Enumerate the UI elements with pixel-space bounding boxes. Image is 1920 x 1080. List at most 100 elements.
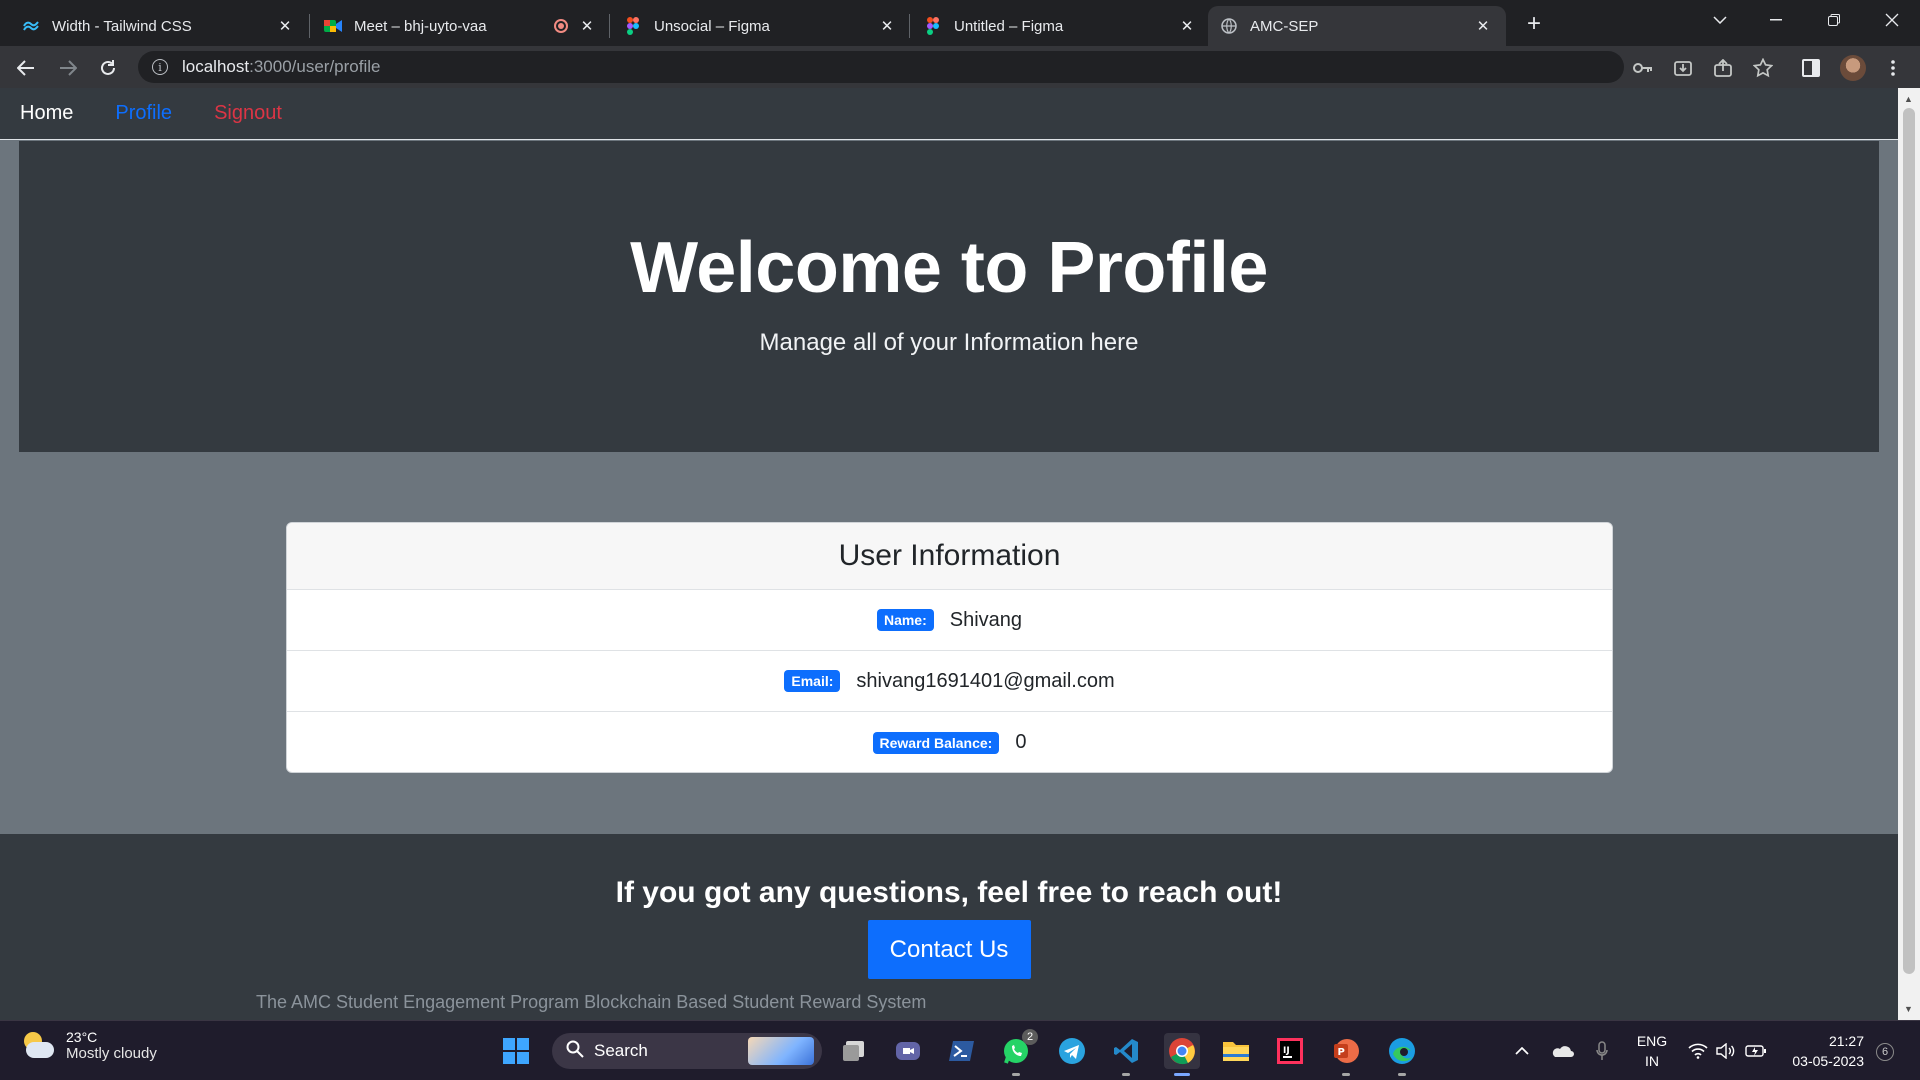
side-panel-icon[interactable]	[1798, 55, 1824, 81]
edge-icon[interactable]	[1384, 1033, 1420, 1076]
language-region: IN	[1645, 1053, 1659, 1069]
tab-amc-sep[interactable]: AMC-SEP ✕	[1208, 6, 1506, 46]
tab-title: Width - Tailwind CSS	[52, 17, 192, 35]
tab-separator	[609, 14, 610, 38]
scrollbar-thumb[interactable]	[1903, 108, 1915, 974]
powerpoint-icon[interactable]: P	[1328, 1033, 1364, 1076]
whatsapp-unread-badge: 2	[1022, 1029, 1038, 1045]
key-icon[interactable]	[1630, 55, 1656, 81]
close-icon[interactable]: ✕	[876, 15, 898, 37]
weather-widget[interactable]: 23°C Mostly cloudy	[20, 1029, 157, 1062]
tab-separator	[909, 14, 910, 38]
globe-icon	[1220, 17, 1238, 35]
running-indicator	[1342, 1073, 1350, 1076]
chrome-icon[interactable]	[1164, 1033, 1200, 1076]
tab-title: Untitled – Figma	[954, 17, 1064, 35]
file-explorer-icon[interactable]	[1218, 1033, 1254, 1069]
email-row: Email: shivang1691401@gmail.com	[287, 651, 1612, 712]
recording-icon	[554, 19, 568, 33]
page-viewport: Home Profile Signout Welcome to Profile …	[0, 88, 1898, 1020]
profile-avatar[interactable]	[1840, 55, 1866, 81]
weather-temperature: 23°C	[66, 1029, 98, 1045]
weather-condition: Mostly cloudy	[66, 1045, 157, 1062]
reward-balance-value: 0	[1015, 731, 1027, 753]
battery-icon[interactable]	[1738, 1033, 1774, 1069]
running-indicator	[1122, 1073, 1130, 1076]
bookmark-star-icon[interactable]	[1750, 55, 1776, 81]
task-view-icon[interactable]	[836, 1033, 872, 1069]
close-icon[interactable]: ✕	[1472, 15, 1494, 37]
page-title: Welcome to Profile	[630, 228, 1268, 308]
figma-icon	[924, 17, 942, 35]
onedrive-icon[interactable]	[1544, 1033, 1580, 1069]
running-indicator	[1012, 1073, 1020, 1076]
running-indicator	[1398, 1073, 1406, 1076]
scroll-up-arrow-icon[interactable]: ▲	[1904, 94, 1913, 104]
windows-start-icon[interactable]	[498, 1033, 534, 1069]
nav-link-home[interactable]: Home	[20, 102, 73, 125]
reload-icon[interactable]	[94, 54, 122, 82]
close-icon[interactable]: ✕	[274, 15, 296, 37]
tab-title: AMC-SEP	[1250, 17, 1319, 35]
card-header: User Information	[287, 523, 1612, 590]
close-icon[interactable]: ✕	[1176, 15, 1198, 37]
system-clock[interactable]: 21:27 03-05-2023	[1784, 1031, 1864, 1071]
search-label: Search	[594, 1041, 648, 1060]
tab-meet[interactable]: Meet – bhj-uyto-vaa ✕	[312, 6, 610, 46]
nav-link-signout[interactable]: Signout	[214, 102, 282, 125]
whatsapp-icon[interactable]: 2	[998, 1029, 1038, 1076]
minimize-icon[interactable]	[1748, 0, 1804, 40]
tab-title: Unsocial – Figma	[654, 17, 770, 35]
vscode-icon[interactable]	[1108, 1033, 1144, 1076]
tab-tailwind[interactable]: Width - Tailwind CSS ✕	[10, 6, 308, 46]
tab-search-chevron-icon[interactable]	[1692, 0, 1748, 40]
name-row: Name: Shivang	[287, 590, 1612, 651]
powershell-icon[interactable]	[944, 1033, 980, 1069]
clock-time: 21:27	[1828, 1033, 1864, 1049]
hero-section: Welcome to Profile Manage all of your In…	[19, 141, 1879, 452]
site-footer: If you got any questions, feel free to r…	[0, 834, 1898, 1020]
menu-kebab-icon[interactable]	[1880, 55, 1906, 81]
language-indicator[interactable]: ENG IN	[1636, 1031, 1668, 1071]
tailwind-icon	[22, 17, 40, 35]
telegram-icon[interactable]	[1054, 1033, 1090, 1069]
new-tab-button[interactable]: +	[1520, 10, 1548, 38]
name-value: Shivang	[949, 608, 1023, 631]
tab-figma-untitled[interactable]: Untitled – Figma ✕	[912, 6, 1210, 46]
browser-toolbar: i localhost:3000/user/profile	[0, 46, 1920, 88]
close-icon[interactable]: ✕	[576, 15, 598, 37]
site-navbar: Home Profile Signout	[0, 88, 1898, 140]
nav-link-profile[interactable]: Profile	[115, 102, 172, 125]
teams-chat-icon[interactable]	[890, 1033, 926, 1069]
tab-figma-unsocial[interactable]: Unsocial – Figma ✕	[612, 6, 910, 46]
site-info-icon[interactable]: i	[152, 59, 168, 75]
svg-text:IJ: IJ	[1283, 1046, 1290, 1056]
share-icon[interactable]	[1710, 55, 1736, 81]
footer-heading: If you got any questions, feel free to r…	[615, 876, 1283, 909]
tab-separator	[309, 14, 310, 38]
page-subtitle: Manage all of your Information here	[759, 329, 1139, 356]
browser-tab-strip: Width - Tailwind CSS ✕ Meet – bhj-uyto-v…	[0, 0, 1920, 46]
install-app-icon[interactable]	[1670, 55, 1696, 81]
show-hidden-icons-chevron-icon[interactable]	[1504, 1033, 1540, 1069]
user-info-card: User Information Name: Shivang Email: sh…	[286, 522, 1613, 773]
close-window-icon[interactable]	[1864, 0, 1920, 40]
footer-note: The AMC Student Engagement Program Block…	[256, 992, 927, 1012]
intellij-icon[interactable]: IJ	[1272, 1033, 1308, 1069]
scroll-down-arrow-icon[interactable]: ▼	[1904, 1004, 1913, 1014]
address-bar[interactable]: i localhost:3000/user/profile	[138, 51, 1624, 83]
name-badge: Name:	[876, 609, 934, 631]
taskbar-search[interactable]: Search	[552, 1033, 822, 1069]
page-scrollbar[interactable]: ▲ ▼	[1898, 88, 1920, 1020]
contact-us-button[interactable]: Contact Us	[867, 920, 1031, 979]
forward-arrow-icon[interactable]	[54, 54, 82, 82]
windows-taskbar: 23°C Mostly cloudy Search 2 IJ P ENG IN …	[0, 1020, 1920, 1080]
email-value: shivang1691401@gmail.com	[856, 669, 1115, 692]
microphone-icon[interactable]	[1584, 1033, 1620, 1069]
url-host: localhost	[182, 57, 250, 76]
restore-icon[interactable]	[1806, 0, 1862, 40]
back-arrow-icon[interactable]	[12, 54, 40, 82]
weather-cloudy-icon	[20, 1030, 56, 1062]
reward-balance-row: Reward Balance: 0	[287, 712, 1612, 772]
notification-center-badge[interactable]: 6	[1876, 1043, 1894, 1061]
